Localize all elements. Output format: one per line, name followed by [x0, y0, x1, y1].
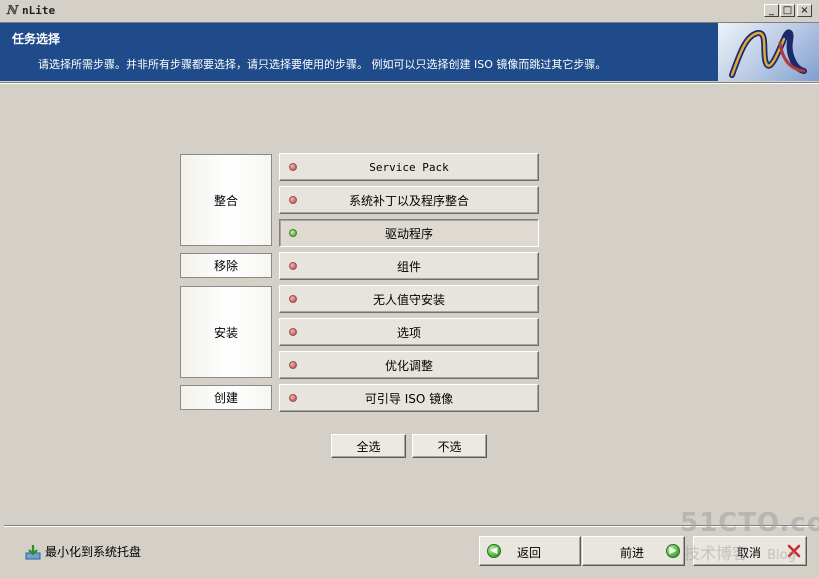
status-dot-red-icon: [289, 394, 297, 402]
watermark-tag-text: Blog: [767, 548, 796, 563]
status-dot-green-icon: [289, 229, 297, 237]
task-tweaks-button[interactable]: 优化调整: [279, 351, 539, 379]
section-integrate: 整合: [180, 154, 272, 246]
section-integrate-label: 整合: [213, 193, 238, 208]
task-label: 可引导 ISO 镜像: [364, 391, 454, 406]
title-bar: ℕ nLite _ □ ×: [0, 0, 819, 23]
status-dot-red-icon: [289, 328, 297, 336]
page-description: 请选择所需步骤。并非所有步骤都要选择，请只选择要使用的步骤。 例如可以只选择创建…: [38, 58, 607, 71]
next-arrow-icon: ▶: [666, 544, 680, 558]
section-setup-label: 安装: [213, 325, 238, 340]
close-button[interactable]: ×: [797, 4, 812, 17]
tray-download-icon: [25, 544, 41, 559]
task-bootable-iso-button[interactable]: 可引导 ISO 镜像: [279, 384, 539, 412]
watermark-site: 51CTO.com: [680, 508, 819, 538]
task-label: 驱动程序: [384, 226, 433, 241]
section-remove: 移除: [180, 253, 272, 278]
next-button[interactable]: 前进 ▶: [582, 536, 685, 566]
maximize-button[interactable]: □: [780, 4, 795, 17]
watermark-tagline: 技术博客 Blog: [684, 540, 796, 564]
section-setup: 安装: [180, 286, 272, 378]
back-label: 返回: [517, 546, 542, 560]
select-all-button[interactable]: 全选: [331, 434, 406, 458]
task-service-pack-button[interactable]: Service Pack: [279, 153, 539, 181]
select-none-label: 不选: [437, 439, 462, 454]
task-hotfixes-button[interactable]: 系统补丁以及程序整合: [279, 186, 539, 214]
watermark-tagline-text: 技术博客: [684, 544, 749, 563]
next-label: 前进: [620, 546, 645, 560]
status-dot-red-icon: [289, 196, 297, 204]
status-dot-red-icon: [289, 262, 297, 270]
back-arrow-icon: ◀: [487, 544, 501, 558]
minimize-to-tray-label: 最小化到系统托盘: [45, 545, 142, 559]
section-create: 创建: [180, 385, 272, 410]
minimize-to-tray-link[interactable]: 最小化到系统托盘: [25, 543, 141, 560]
header-banner: 任务选择 请选择所需步骤。并非所有步骤都要选择，请只选择要使用的步骤。 例如可以…: [0, 23, 819, 81]
section-remove-label: 移除: [213, 259, 238, 273]
task-unattended-button[interactable]: 无人值守安装: [279, 285, 539, 313]
task-label: 系统补丁以及程序整合: [348, 193, 469, 208]
nlite-logo: [718, 23, 819, 81]
task-components-button[interactable]: 组件: [279, 252, 539, 280]
header-separator: [0, 82, 819, 84]
nlite-logo-icon: [729, 29, 807, 78]
task-label: Service Pack: [369, 160, 449, 174]
minimize-button[interactable]: _: [764, 4, 779, 17]
section-create-label: 创建: [213, 391, 238, 405]
status-dot-red-icon: [289, 361, 297, 369]
task-drivers-button[interactable]: 驱动程序: [279, 219, 539, 247]
task-options-button[interactable]: 选项: [279, 318, 539, 346]
task-label: 优化调整: [384, 358, 433, 373]
select-all-label: 全选: [356, 439, 381, 454]
task-label: 组件: [396, 259, 421, 274]
status-dot-red-icon: [289, 163, 297, 171]
window-title: nLite: [22, 4, 56, 17]
back-button[interactable]: ◀ 返回: [479, 536, 581, 566]
select-none-button[interactable]: 不选: [412, 434, 487, 458]
status-dot-red-icon: [289, 295, 297, 303]
page-title: 任务选择: [12, 32, 61, 46]
task-label: 选项: [396, 325, 421, 340]
app-icon: ℕ: [6, 3, 17, 17]
task-label: 无人值守安装: [372, 292, 445, 307]
